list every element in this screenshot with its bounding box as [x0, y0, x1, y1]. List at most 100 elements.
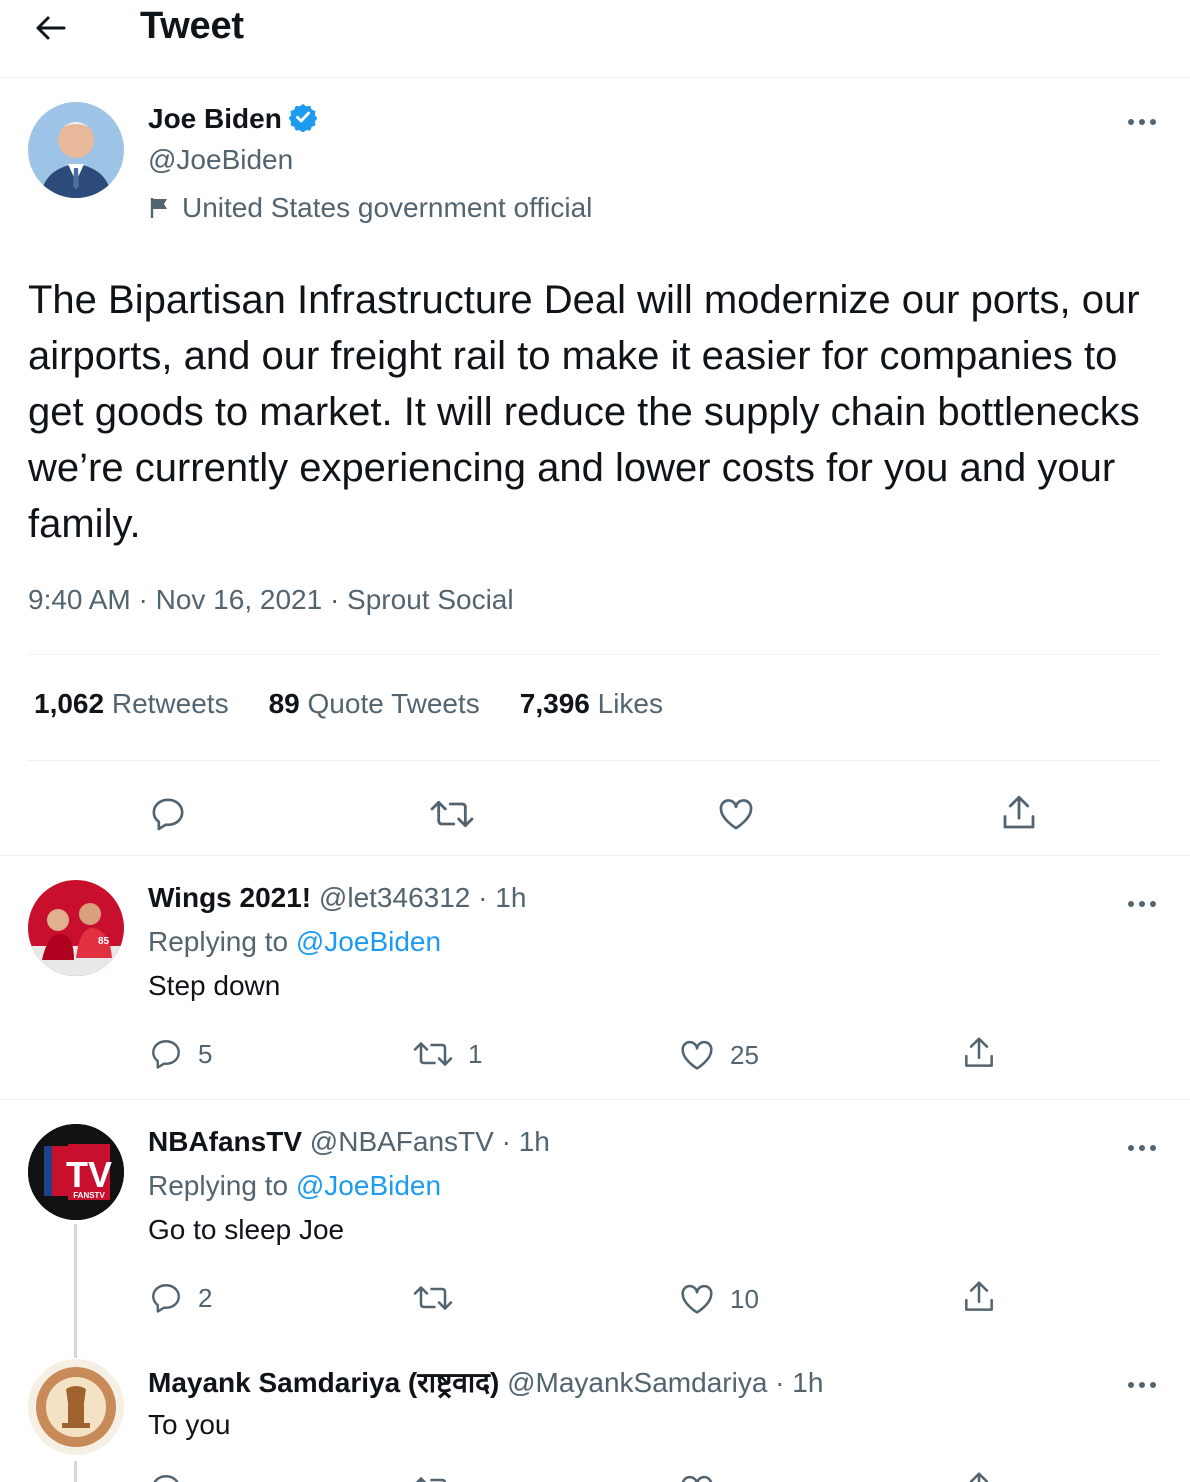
avatar-image: [28, 102, 124, 198]
reply-author-handle[interactable]: @let346312: [319, 882, 470, 913]
verified-badge-icon: [288, 103, 318, 132]
retweet-button[interactable]: [412, 1280, 454, 1316]
tweet-text: The Bipartisan Infrastructure Deal will …: [28, 278, 1140, 546]
reply-author-handle[interactable]: @NBAFansTV: [310, 1126, 494, 1157]
reply-tweet[interactable]: TV FANSTV NBAfansTV @NBAFansTV · 1h Repl…: [0, 1099, 1190, 1358]
reply-header: Wings 2021! @let346312 · 1h: [148, 882, 527, 913]
retweets-stat[interactable]: 1,062 Retweets: [34, 688, 229, 720]
heart-icon: [681, 1475, 713, 1482]
tweet-stats: 1,062 Retweets 89 Quote Tweets 7,396 Lik…: [34, 688, 663, 720]
share-button[interactable]: [998, 792, 1040, 834]
svg-text:85: 85: [98, 936, 110, 947]
reply-count: 2: [198, 1282, 213, 1313]
avatar[interactable]: [28, 1359, 124, 1455]
likes-count: 7,396: [519, 688, 590, 719]
reply-time[interactable]: 1h: [519, 1126, 550, 1157]
avatar[interactable]: [28, 102, 124, 198]
replying-to: Replying to @JoeBiden: [148, 926, 441, 958]
reply-text: Step down: [148, 970, 281, 1001]
more-options-button[interactable]: [1124, 894, 1160, 914]
avatar-image: 85: [28, 880, 124, 976]
back-button[interactable]: [28, 8, 72, 48]
reply-author-name[interactable]: Wings 2021!: [148, 882, 311, 913]
reply-author-name[interactable]: NBAfansTV: [148, 1126, 302, 1157]
share-button[interactable]: [960, 1278, 998, 1316]
tweet-action-bar: [0, 786, 1190, 846]
reply-tweet[interactable]: Mayank Samdariya (राष्ट्रवाद) @MayankSam…: [0, 1339, 1190, 1482]
reply-author-name[interactable]: Mayank Samdariya (राष्ट्रवाद): [148, 1367, 499, 1398]
author-name[interactable]: Joe Biden: [148, 102, 318, 135]
retweet-button[interactable]: 1: [412, 1036, 482, 1072]
retweet-button[interactable]: [428, 794, 476, 834]
replying-to: Replying to @JoeBiden: [148, 1170, 441, 1202]
like-button[interactable]: 25: [678, 1036, 759, 1074]
reply-button[interactable]: [148, 1471, 184, 1482]
flag-icon: [150, 198, 167, 218]
avatar-logo-subtext: FANSTV: [73, 1191, 105, 1200]
retweets-label: Retweets: [111, 688, 229, 719]
avatar[interactable]: TV FANSTV: [28, 1124, 124, 1220]
reply-button[interactable]: 2: [148, 1280, 212, 1316]
avatar-image: [28, 1359, 124, 1455]
share-icon: [969, 1472, 989, 1482]
avatar[interactable]: 85: [28, 880, 124, 976]
mention-link[interactable]: @JoeBiden: [296, 1170, 441, 1201]
retweets-count: 1,062: [34, 688, 105, 719]
more-options-button[interactable]: [1124, 112, 1160, 132]
retweet-count: 1: [468, 1038, 483, 1069]
retweet-icon: [415, 1477, 447, 1482]
government-label[interactable]: United States government official: [148, 192, 592, 224]
heart-icon: [719, 799, 753, 830]
quote-tweets-stat[interactable]: 89 Quote Tweets: [269, 688, 480, 720]
reply-count: 5: [198, 1038, 213, 1069]
more-options-button[interactable]: [1124, 1375, 1160, 1395]
reply-icon: [152, 1040, 180, 1069]
avatar-image: TV FANSTV: [28, 1124, 124, 1220]
reply-text: To you: [148, 1409, 231, 1440]
share-button[interactable]: [960, 1034, 998, 1072]
share-icon: [1003, 795, 1035, 829]
reply-icon: [153, 1475, 179, 1482]
like-button[interactable]: 10: [678, 1280, 759, 1318]
likes-label: Likes: [597, 688, 664, 719]
quote-tweets-count: 89: [268, 688, 300, 719]
reply-button[interactable]: [148, 794, 188, 834]
likes-stat[interactable]: 7,396 Likes: [520, 688, 663, 720]
reply-icon: [152, 1284, 180, 1313]
author-handle[interactable]: @JoeBiden: [148, 144, 293, 176]
divider: [28, 760, 1160, 761]
retweet-button[interactable]: [412, 1471, 454, 1482]
reply-header: NBAfansTV @NBAFansTV · 1h: [148, 1126, 550, 1157]
reply-time[interactable]: 1h: [792, 1367, 823, 1398]
like-count: 10: [730, 1283, 759, 1314]
government-label-text: United States government official: [182, 192, 593, 223]
reply-tweet[interactable]: 85 Wings 2021! @let346312 · 1h Replying …: [0, 855, 1190, 1099]
reply-text: Go to sleep Joe: [148, 1214, 345, 1245]
like-button[interactable]: [678, 1471, 716, 1482]
thread-line: [74, 1461, 77, 1482]
share-icon: [965, 1281, 993, 1311]
reply-author-handle[interactable]: @MayankSamdariya: [507, 1367, 767, 1398]
arrow-left-icon: [36, 16, 66, 40]
reply-header: Mayank Samdariya (राष्ट्रवाद) @MayankSam…: [148, 1367, 824, 1398]
avatar-logo-text: TV: [66, 1154, 112, 1195]
retweet-icon: [430, 800, 474, 828]
share-button[interactable]: [960, 1469, 998, 1482]
reply-time[interactable]: 1h: [495, 882, 526, 913]
more-options-button[interactable]: [1124, 1138, 1160, 1158]
share-icon: [965, 1037, 993, 1067]
retweet-icon: [413, 1042, 453, 1066]
replying-prefix: Replying to: [148, 926, 289, 957]
heart-icon: [681, 1284, 713, 1314]
retweet-icon: [413, 1286, 453, 1310]
divider: [28, 654, 1160, 655]
like-button[interactable]: [716, 794, 756, 834]
author-name-text: Joe Biden: [148, 103, 282, 134]
page-title: Tweet: [140, 5, 244, 47]
heart-icon: [681, 1040, 713, 1070]
like-count: 25: [730, 1039, 759, 1070]
reply-button[interactable]: 5: [148, 1036, 212, 1072]
mention-link[interactable]: @JoeBiden: [296, 926, 441, 957]
tweet-timestamp[interactable]: 9:40 AM · Nov 16, 2021 · Sprout Social: [28, 584, 514, 616]
reply-icon: [152, 798, 184, 831]
